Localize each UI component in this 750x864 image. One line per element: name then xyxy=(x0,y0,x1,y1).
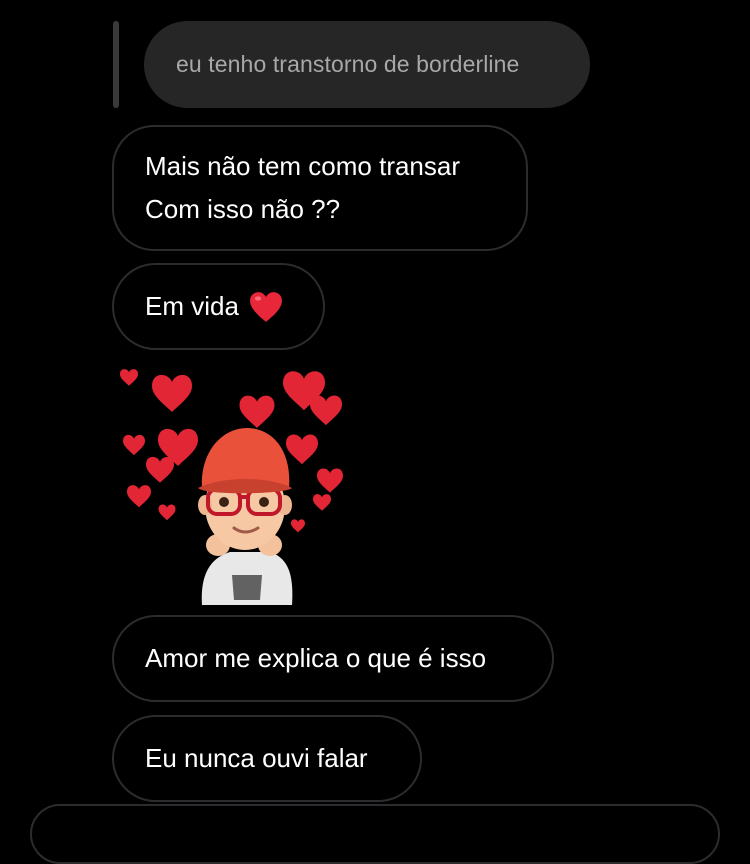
message-bubble[interactable]: Em vida xyxy=(112,263,325,350)
message-text: Em vida xyxy=(145,291,239,321)
message-text: Amor me explica o que é isso xyxy=(145,643,487,673)
message-text-line: Com isso não ?? xyxy=(145,194,341,224)
message-text-line: Mais não tem como transar xyxy=(145,151,461,181)
red-heart-icon xyxy=(249,291,282,322)
quoted-message-text: eu tenho transtorno de borderline xyxy=(176,51,520,77)
quoted-message-bubble[interactable]: eu tenho transtorno de borderline xyxy=(144,21,590,108)
avatar-hearts-sticker[interactable] xyxy=(112,360,362,605)
message-bubble[interactable]: Amor me explica o que é isso xyxy=(112,615,554,702)
message-bubble[interactable]: Eu nunca ouvi falar xyxy=(112,715,422,802)
message-bubble[interactable]: Mais não tem como transar Com isso não ?… xyxy=(112,125,528,251)
message-bubble-partial[interactable] xyxy=(30,804,720,864)
message-text: Eu nunca ouvi falar xyxy=(145,743,368,773)
reply-indicator-bar xyxy=(113,21,119,108)
